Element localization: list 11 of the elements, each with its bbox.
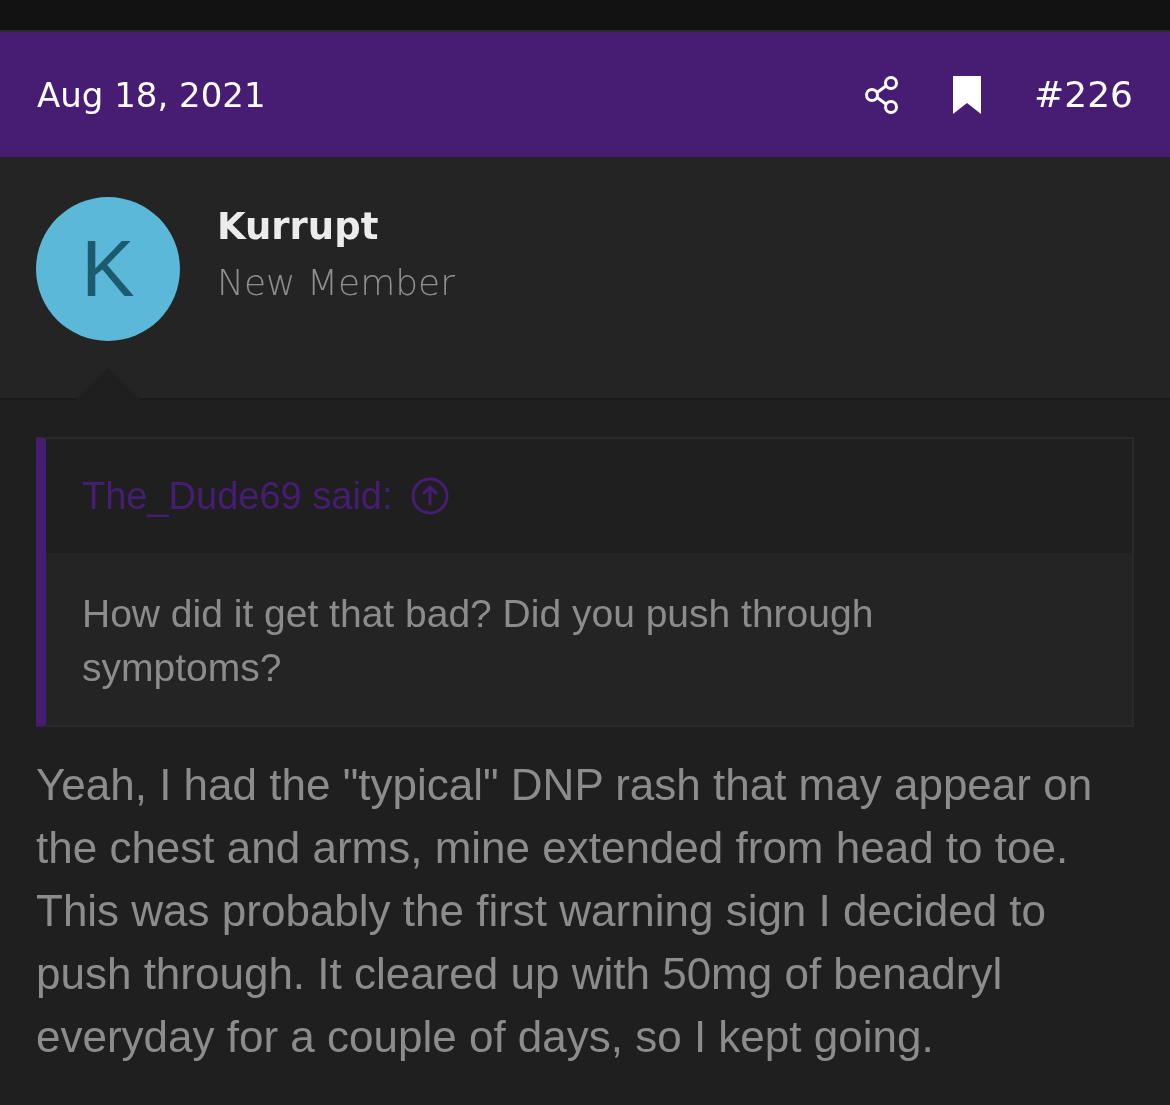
post-date: Aug 18, 2021 — [37, 74, 267, 115]
quote-text: How did it get that bad? Did you push through symptoms? — [81, 591, 875, 691]
avatar: K — [36, 197, 180, 341]
bookmark-icon — [952, 74, 983, 115]
share-button[interactable] — [864, 74, 901, 115]
share-icon — [864, 74, 901, 115]
username-link[interactable]: Kurrupt — [217, 205, 456, 248]
post-number-link[interactable]: #226 — [1034, 74, 1133, 115]
post-body: Yeah, I had the "typical" DNP rash that may appear on the chest and arms, mine extended from head to toe. This was probably the first warning sign I decided to push through. It cleared up with 50mg of benadryl everyday for a couple of days, so I kept going. — [36, 759, 1094, 1063]
user-role: New Member — [217, 262, 456, 303]
bookmark-button[interactable] — [952, 74, 983, 115]
